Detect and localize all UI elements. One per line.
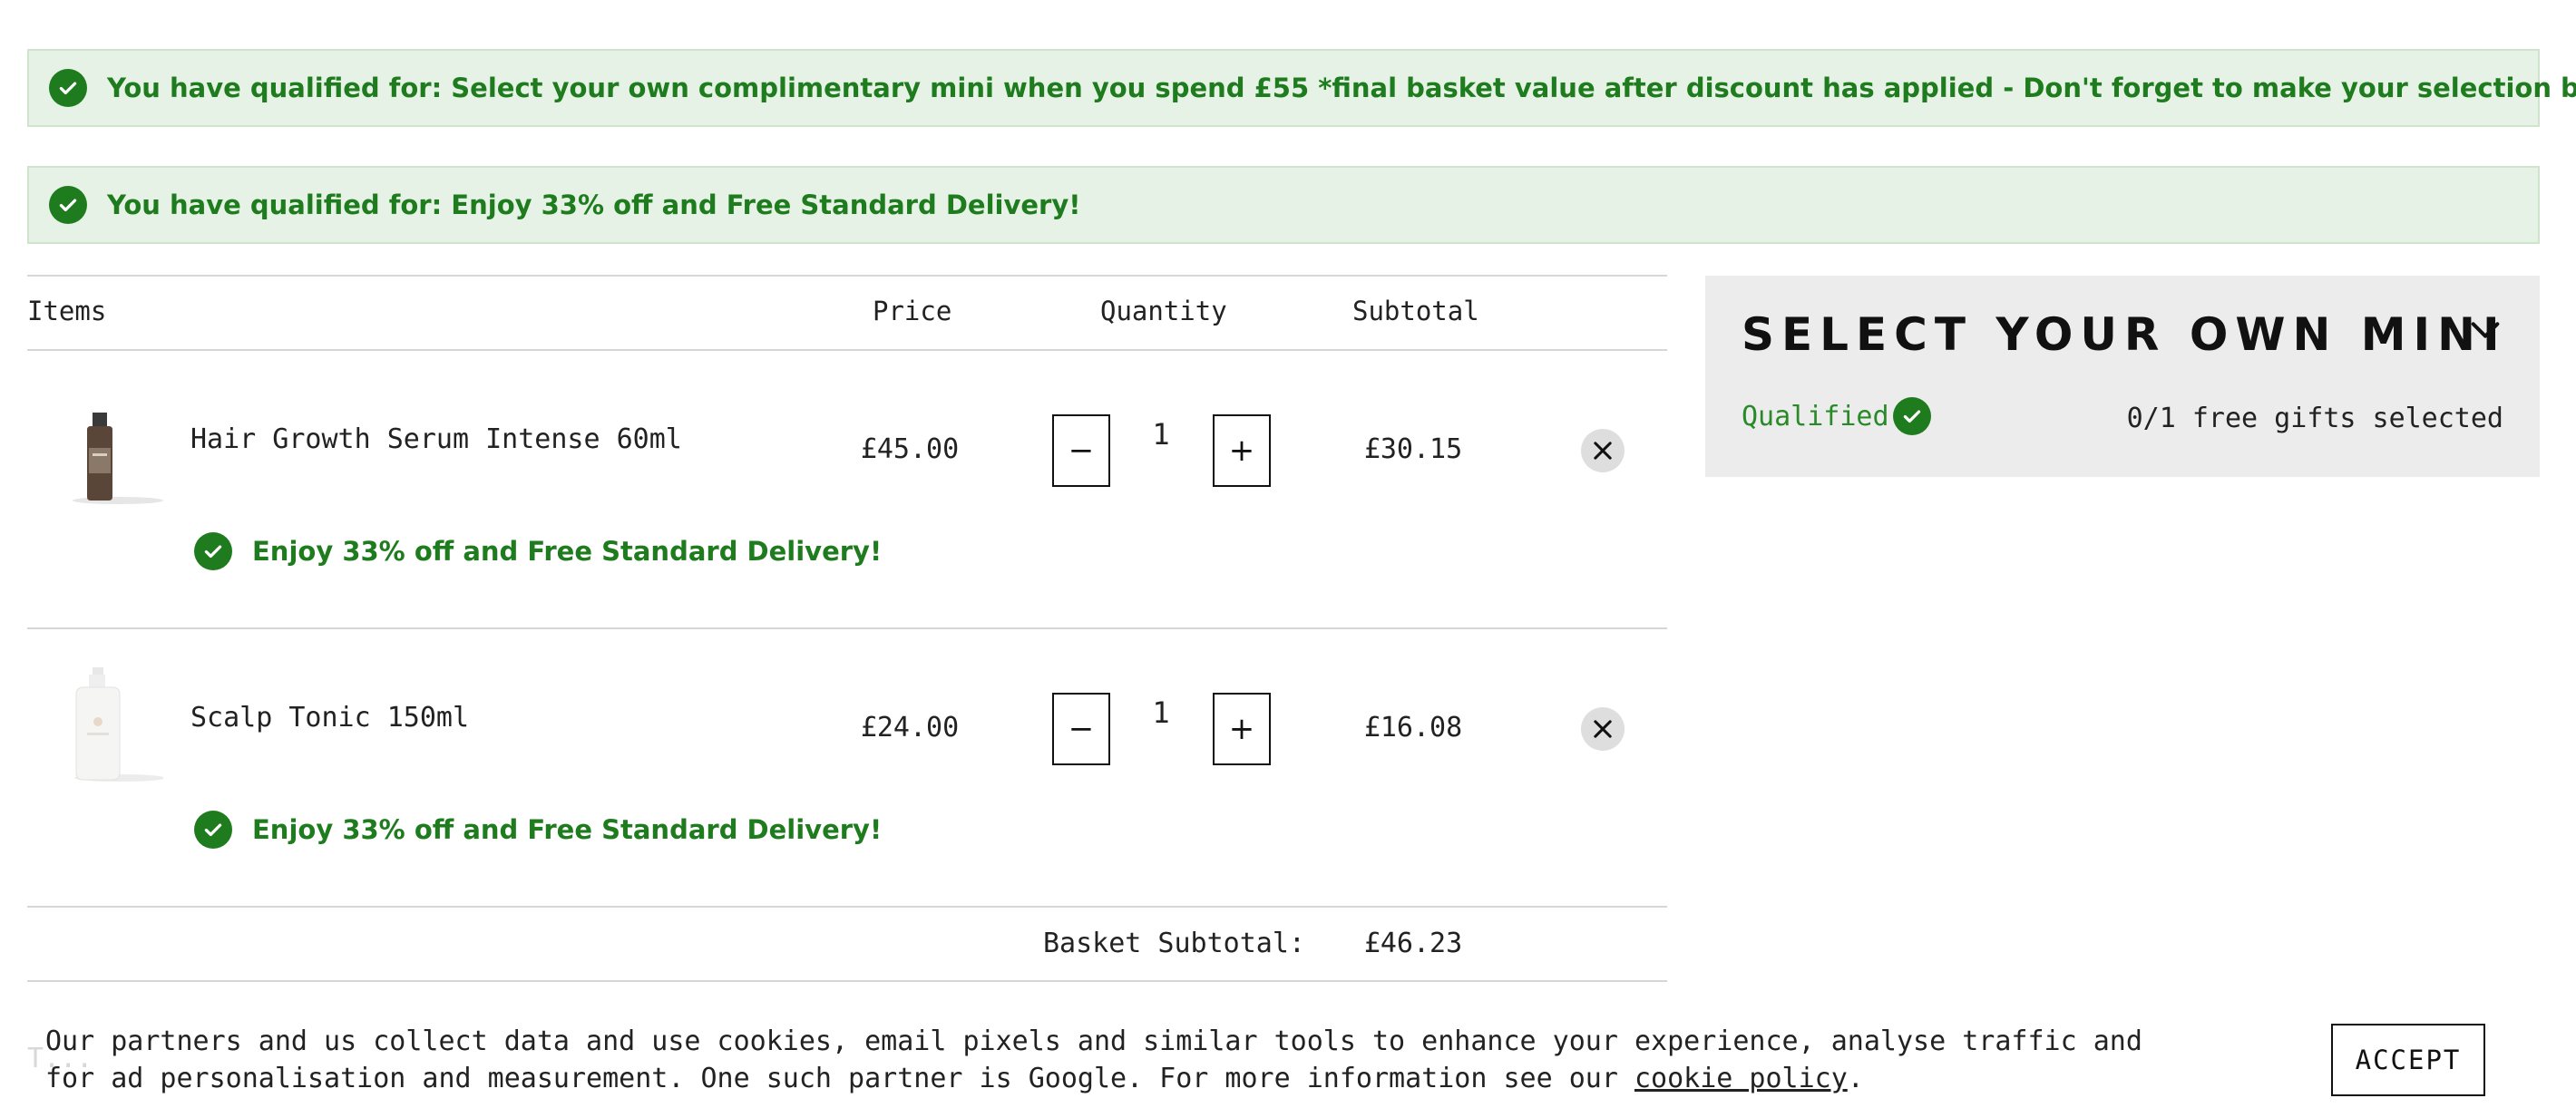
cookie-message-end: . <box>1847 1063 1864 1094</box>
table-divider <box>27 906 1667 908</box>
product-name[interactable]: Hair Growth Serum Intense 60ml <box>190 423 682 455</box>
chevron-down-icon[interactable] <box>2467 312 2503 348</box>
decrease-quantity-button[interactable]: − <box>1052 693 1110 765</box>
table-divider <box>27 349 1667 351</box>
item-promo: Enjoy 33% off and Free Standard Delivery… <box>194 811 882 849</box>
item-price: £24.00 <box>860 712 960 744</box>
table-divider <box>27 275 1667 277</box>
banner-text: You have qualified for: Enjoy 33% off an… <box>107 190 1081 220</box>
quantity-value[interactable]: 1 <box>1134 417 1188 452</box>
close-icon <box>1594 442 1612 460</box>
quantity-value[interactable]: 1 <box>1134 695 1188 730</box>
close-icon <box>1594 720 1612 738</box>
increase-quantity-button[interactable]: + <box>1213 414 1271 487</box>
remove-item-button[interactable] <box>1581 707 1625 751</box>
table-divider <box>27 627 1667 629</box>
basket-subtotal-label: Basket Subtotal: <box>1043 928 1305 959</box>
column-header-items: Items <box>27 296 107 326</box>
item-promo: Enjoy 33% off and Free Standard Delivery… <box>194 532 882 570</box>
check-circle-icon <box>194 811 232 849</box>
accept-cookies-button[interactable]: ACCEPT <box>2331 1024 2485 1096</box>
item-subtotal: £30.15 <box>1363 433 1463 465</box>
qualified-banner-mini: You have qualified for: Select your own … <box>27 49 2576 127</box>
banner-text: You have qualified for: Select your own … <box>107 73 2576 103</box>
product-image-tonic <box>74 667 163 782</box>
qualified-status: Qualified <box>1742 397 1931 435</box>
select-mini-panel[interactable]: SELECT YOUR OWN MINI Qualified 0/1 free … <box>1705 276 2540 477</box>
cookie-message: Our partners and us collect data and use… <box>45 1023 2204 1097</box>
table-divider <box>27 980 1667 982</box>
increase-quantity-button[interactable]: + <box>1213 693 1271 765</box>
item-price: £45.00 <box>860 433 960 465</box>
item-subtotal: £16.08 <box>1363 712 1463 744</box>
decrease-quantity-button[interactable]: − <box>1052 414 1110 487</box>
qualified-label: Qualified <box>1742 400 1889 433</box>
promo-text: Enjoy 33% off and Free Standard Delivery… <box>252 814 883 845</box>
check-circle-icon <box>49 69 87 107</box>
remove-item-button[interactable] <box>1581 429 1625 472</box>
cookie-policy-link[interactable]: cookie policy <box>1634 1063 1848 1094</box>
column-header-quantity: Quantity <box>1100 296 1227 326</box>
free-gifts-count: 0/1 free gifts selected <box>2126 403 2503 434</box>
promo-text: Enjoy 33% off and Free Standard Delivery… <box>252 536 883 567</box>
qualified-banner-discount: You have qualified for: Enjoy 33% off an… <box>27 166 2540 244</box>
product-name[interactable]: Scalp Tonic 150ml <box>190 702 469 734</box>
column-header-subtotal: Subtotal <box>1352 296 1479 326</box>
check-circle-icon <box>1892 397 1931 435</box>
check-circle-icon <box>194 532 232 570</box>
check-circle-icon <box>49 186 87 224</box>
mini-panel-title[interactable]: SELECT YOUR OWN MINI <box>1742 308 2507 361</box>
column-header-price: Price <box>873 296 952 326</box>
product-image-serum <box>73 413 163 504</box>
basket-subtotal-value: £46.23 <box>1363 928 1463 959</box>
